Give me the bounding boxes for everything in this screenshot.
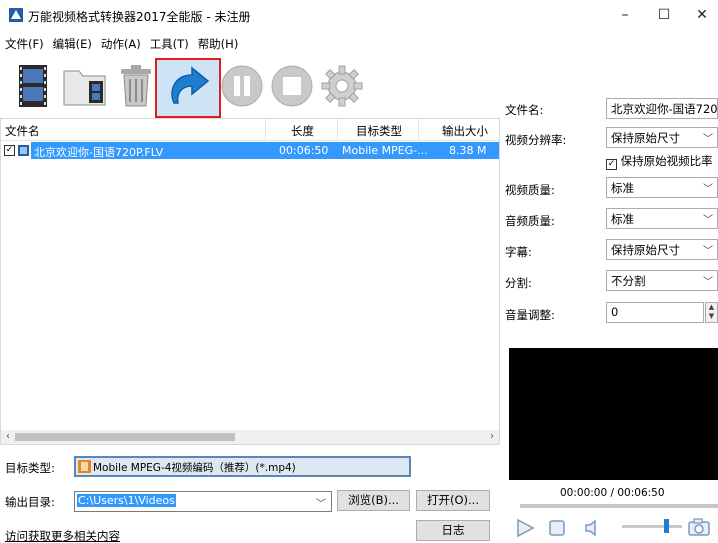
chevron-down-icon: ﹀ [703, 277, 713, 288]
keep-ratio-check-icon: ✓ [606, 159, 617, 170]
volume-slider-thumb[interactable] [664, 519, 669, 533]
scroll-right-icon[interactable]: › [485, 430, 499, 444]
stop-button[interactable] [264, 58, 320, 114]
mute-button[interactable] [584, 519, 600, 540]
column-target-type[interactable]: 目标类型 [356, 123, 402, 139]
column-output-size[interactable]: 输出大小 [442, 123, 488, 139]
audio-quality-label: 音频质量: [505, 214, 555, 228]
audio-quality-value: 标准 [611, 212, 634, 226]
open-button[interactable]: 打开(O)... [416, 490, 490, 511]
stop-playback-button[interactable] [549, 520, 565, 539]
output-dir-input[interactable]: C:\Users\1\Videos [74, 491, 332, 512]
cell-length: 00:06:50 [279, 144, 329, 157]
close-button[interactable]: ✕ [686, 0, 718, 30]
stop-icon [271, 65, 313, 107]
resolution-label: 视频分辨率: [505, 133, 567, 147]
keep-ratio-label: 保持原始视频比率 [620, 154, 713, 168]
target-type-select[interactable]: Mobile MPEG-4视频编码（推荐）(*.mp4) [74, 456, 411, 477]
cell-filename: 北京欢迎你-国语720P.FLV [34, 146, 164, 159]
filename-value: 北京欢迎你-国语720P [611, 102, 718, 116]
menu-help[interactable]: 帮助(H) [193, 34, 243, 54]
menu-edit[interactable]: 编辑(E) [48, 34, 96, 54]
play-icon [517, 518, 535, 538]
table-row[interactable]: ✓ 北京欢迎你-国语720P.FLV 00:06:50 Mobile MPEG-… [1, 142, 499, 159]
menu-tools[interactable]: 工具(T) [145, 34, 193, 54]
volume-spinner[interactable]: ▲ ▼ [705, 302, 718, 323]
gear-icon [321, 65, 363, 107]
video-file-icon [18, 145, 29, 156]
video-quality-select[interactable]: 标准 ﹀ [606, 177, 718, 198]
chevron-down-icon: ﹀ [703, 215, 713, 226]
add-folder-button[interactable] [57, 58, 113, 114]
cell-target: Mobile MPEG-... [342, 144, 428, 157]
snapshot-button[interactable] [688, 518, 710, 539]
subtitle-value: 保持原始尺寸 [611, 243, 680, 257]
scroll-left-icon[interactable]: ‹ [1, 430, 15, 444]
column-filename[interactable]: 文件名 [5, 123, 40, 139]
speaker-icon [585, 519, 596, 537]
target-type-label: 目标类型: [5, 461, 55, 475]
column-length[interactable]: 长度 [291, 123, 314, 139]
subtitle-select[interactable]: 保持原始尺寸 ﹀ [606, 239, 718, 260]
audio-quality-select[interactable]: 标准 ﹀ [606, 208, 718, 229]
film-icon [78, 460, 91, 473]
chevron-down-icon: ﹀ [703, 184, 713, 195]
scroll-thumb[interactable] [15, 433, 235, 441]
toolbar [0, 58, 500, 118]
list-header: 文件名 长度 目标类型 输出大小 [1, 119, 499, 141]
pause-icon [221, 65, 263, 107]
window-title: 万能视频格式转换器2017全能版 - 未注册 [28, 10, 251, 24]
playback-time: 00:00:00 / 00:06:50 [560, 487, 665, 499]
menu-action[interactable]: 动作(A) [96, 34, 145, 54]
stop-icon [549, 520, 565, 536]
menu-bar: 文件(F) 编辑(E) 动作(A) 工具(T) 帮助(H) [0, 34, 242, 54]
resolution-select[interactable]: 保持原始尺寸 ﹀ [606, 127, 718, 148]
video-quality-label: 视频质量: [505, 183, 555, 197]
file-list[interactable]: 文件名 长度 目标类型 输出大小 ✓ 北京欢迎你-国语720P.FLV 00:0… [0, 118, 500, 445]
trash-icon [121, 65, 151, 107]
volume-slider[interactable] [622, 525, 682, 528]
cell-size: 8.38 M [449, 144, 487, 157]
log-button[interactable]: 日志 [416, 520, 490, 541]
maximize-button[interactable]: ☐ [641, 0, 687, 30]
title-bar: 万能视频格式转换器2017全能版 - 未注册 – ☐ ✕ [0, 0, 718, 30]
redo-arrow-icon [171, 66, 210, 104]
split-label: 分割: [505, 276, 532, 290]
spin-down-icon[interactable]: ▼ [706, 312, 717, 321]
output-dir-label: 输出目录: [5, 495, 55, 509]
split-select[interactable]: 不分割 ﹀ [606, 270, 718, 291]
camera-icon [688, 518, 710, 536]
volume-label: 音量调整: [505, 308, 555, 322]
add-video-button[interactable] [5, 58, 61, 114]
chevron-down-icon[interactable]: ﹀ [316, 495, 326, 510]
chevron-down-icon: ﹀ [703, 134, 713, 145]
volume-value: 0 [611, 305, 619, 319]
browse-button[interactable]: 浏览(B)... [337, 490, 410, 511]
video-quality-value: 标准 [611, 181, 634, 195]
horizontal-scrollbar[interactable]: ‹ › [1, 430, 499, 444]
chevron-down-icon: ﹀ [703, 246, 713, 257]
video-preview [509, 348, 718, 480]
target-type-value: Mobile MPEG-4视频编码（推荐）(*.mp4) [93, 462, 296, 474]
more-content-link[interactable]: 访问获取更多相关内容 [5, 528, 120, 543]
pause-button[interactable] [214, 58, 270, 114]
settings-button[interactable] [314, 58, 370, 114]
row-checkbox[interactable]: ✓ [4, 145, 15, 156]
folder-film-icon [63, 70, 106, 106]
split-value: 不分割 [611, 274, 646, 288]
keep-ratio-checkbox[interactable]: ✓ 保持原始视频比率 [606, 153, 713, 170]
seek-slider[interactable] [520, 504, 718, 508]
play-button[interactable] [515, 518, 535, 541]
filename-input[interactable]: 北京欢迎你-国语720P [606, 98, 718, 119]
app-icon [9, 8, 23, 22]
spin-up-icon[interactable]: ▲ [706, 303, 717, 312]
menu-file[interactable]: 文件(F) [0, 34, 48, 54]
film-icon [19, 65, 47, 107]
filename-label: 文件名: [505, 103, 544, 117]
subtitle-label: 字幕: [505, 245, 532, 259]
output-dir-value: C:\Users\1\Videos [77, 494, 176, 507]
volume-input[interactable]: 0 [606, 302, 704, 323]
resolution-value: 保持原始尺寸 [611, 131, 680, 145]
convert-button[interactable] [155, 58, 221, 118]
